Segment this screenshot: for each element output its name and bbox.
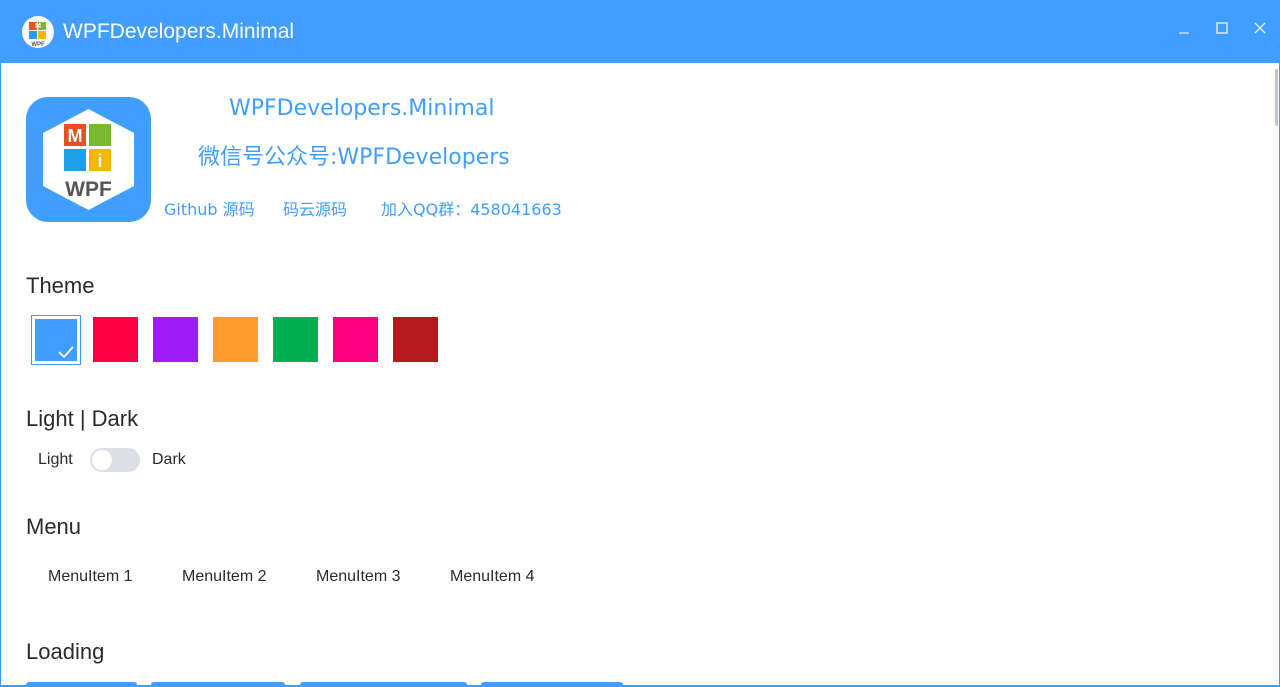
menu-item-4[interactable]: MenuItem 4 [450, 568, 534, 586]
dark-label: Dark [152, 451, 186, 468]
window-border-left [0, 63, 1, 687]
loading-heading: Loading [26, 639, 105, 664]
theme-swatch-purple[interactable] [153, 317, 198, 362]
close-icon [1254, 22, 1266, 34]
checkmark-icon [58, 346, 74, 359]
app-icon: M WPF [22, 16, 54, 48]
minimize-icon [1179, 32, 1189, 34]
light-label: Light [38, 451, 73, 468]
theme-swatch-darkred[interactable] [393, 317, 438, 362]
close-button[interactable] [1242, 14, 1278, 42]
svg-text:WPF: WPF [31, 42, 45, 48]
logo-wordmark: WPF [65, 178, 112, 201]
menu-item-1[interactable]: MenuItem 1 [48, 568, 132, 586]
header-title: WPFDevelopers.Minimal [229, 96, 495, 121]
maximize-icon [1216, 22, 1228, 34]
qq-group-link[interactable]: 加入QQ群：458041663 [381, 196, 562, 220]
theme-swatch-blue[interactable] [31, 315, 81, 365]
mode-heading: Light | Dark [26, 406, 139, 431]
app-logo: M i WPF [26, 97, 151, 222]
theme-heading: Theme [26, 273, 95, 298]
maximize-button[interactable] [1204, 14, 1240, 42]
toggle-knob [92, 450, 112, 470]
menu-item-2[interactable]: MenuItem 2 [182, 568, 266, 586]
theme-swatch-red[interactable] [93, 317, 138, 362]
vertical-scrollbar[interactable] [1272, 63, 1280, 685]
theme-swatch-pink[interactable] [333, 317, 378, 362]
loading-button-4[interactable] [481, 682, 623, 687]
loading-button-1[interactable] [26, 682, 137, 687]
github-source-link[interactable]: Github 源码 [164, 196, 255, 220]
theme-swatch-orange[interactable] [213, 317, 258, 362]
menu-item-3[interactable]: MenuItem 3 [316, 568, 400, 586]
gitee-source-link[interactable]: 码云源码 [283, 196, 347, 220]
title-bar: M WPF WPFDevelopers.Minimal [0, 0, 1280, 63]
logo-letter-i: i [97, 151, 102, 171]
theme-swatch-green[interactable] [273, 317, 318, 362]
svg-text:M: M [35, 23, 41, 30]
menu-heading: Menu [26, 514, 82, 539]
scrollbar-thumb[interactable] [1275, 69, 1278, 126]
dark-mode-toggle[interactable] [90, 448, 140, 472]
loading-button-3[interactable] [300, 682, 467, 687]
loading-button-2[interactable] [151, 682, 285, 687]
logo-letter-m: M [68, 126, 83, 146]
minimize-button[interactable] [1166, 14, 1202, 42]
header-subtitle: 微信号公众号:WPFDevelopers [198, 145, 510, 170]
window-title: WPFDevelopers.Minimal [63, 20, 295, 43]
